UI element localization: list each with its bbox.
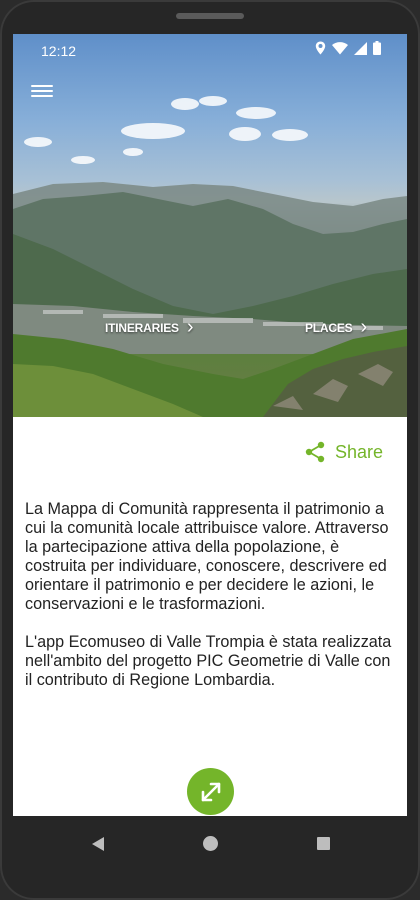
recent-square-icon[interactable] [317, 837, 330, 850]
mountain-landscape [13, 96, 407, 417]
expand-button[interactable] [187, 768, 234, 815]
places-label: PLACES [305, 321, 353, 335]
itineraries-link[interactable]: ITINERARIES › [105, 316, 194, 338]
signal-icon [354, 41, 367, 55]
menu-button[interactable] [31, 82, 53, 100]
phone-frame: 12:12 ITINERARIES › PLACES › Share La Ma… [0, 0, 420, 900]
home-circle-icon[interactable] [203, 836, 218, 851]
wifi-icon [332, 41, 348, 54]
back-triangle-icon[interactable] [91, 836, 105, 852]
battery-icon [373, 41, 381, 55]
status-time: 12:12 [41, 43, 77, 59]
status-icons [315, 41, 381, 55]
description-paragraph-1: La Mappa di Comunità rappresenta il patr… [25, 500, 389, 613]
share-label: Share [334, 441, 383, 462]
location-icon [315, 41, 326, 55]
places-link[interactable]: PLACES › [305, 316, 367, 338]
share-icon [305, 441, 325, 463]
itineraries-label: ITINERARIES [105, 321, 179, 335]
description: La Mappa di Comunità rappresenta il patr… [25, 500, 397, 709]
chevron-right-icon: › [360, 316, 367, 338]
expand-icon [201, 782, 220, 801]
description-paragraph-2: L'app Ecomuseo di Valle Trompia è stata … [25, 633, 392, 689]
chevron-right-icon: › [186, 316, 194, 338]
share-button[interactable]: Share [305, 441, 383, 463]
app-screen: 12:12 ITINERARIES › PLACES › Share La Ma… [13, 34, 407, 816]
hamburger-menu-icon [31, 85, 53, 97]
system-nav-bar [13, 816, 407, 872]
hero-image: 12:12 ITINERARIES › PLACES › [13, 34, 407, 417]
speaker-grille [176, 13, 244, 19]
status-bar: 12:12 [13, 34, 407, 64]
